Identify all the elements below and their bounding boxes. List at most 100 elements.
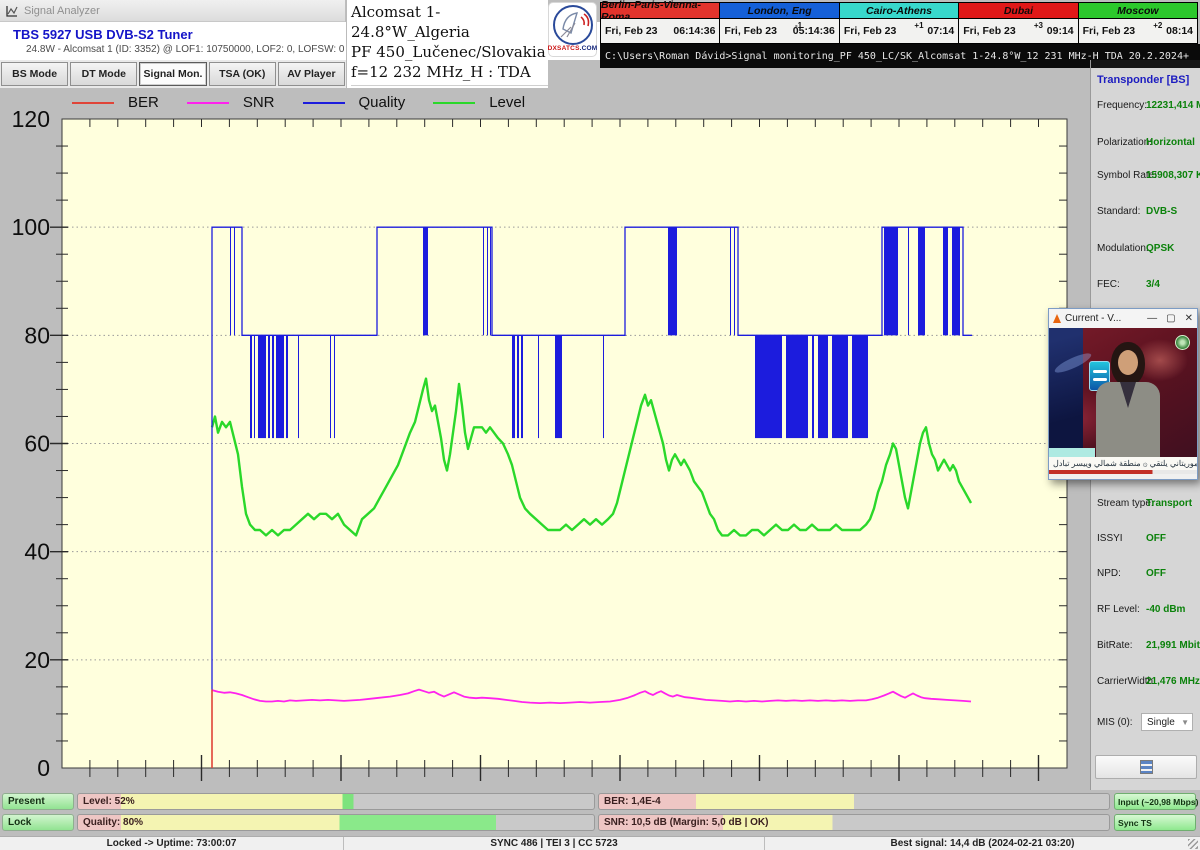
field-value: OFF: [1146, 568, 1166, 579]
vlc-cone-icon: [1053, 314, 1061, 323]
tab-signal-mon[interactable]: Signal Mon.: [139, 62, 206, 86]
level-bar: Level: 52%: [77, 793, 595, 810]
dxsatcs-logo: DXSATCS.COM: [548, 2, 597, 57]
mis-dropdown[interactable]: Single ▼: [1141, 713, 1193, 731]
lock-indicator: Lock: [2, 814, 74, 831]
field-value: -40 dBm: [1146, 604, 1185, 615]
tuner-title: TBS 5927 USB DVB-S2 Tuner: [13, 27, 193, 42]
snr-bar: SNR: 10,5 dB (Margin: 5,0 dB | OK): [598, 814, 1110, 831]
field-label: NPD:: [1097, 568, 1121, 579]
annotation-block: Alcomsat 1-24.8°W_Algeria PF 450_Lučenec…: [346, 0, 548, 88]
svg-text:40: 40: [24, 539, 50, 565]
clock-cairo: Cairo-Athens Fri, Feb 23+107:14: [839, 2, 959, 44]
field-label: BitRate:: [1097, 640, 1133, 651]
logo-name: DXSATCS: [548, 45, 580, 52]
sidebar-top-strip: [1091, 60, 1200, 68]
transponder-title: Transponder [BS]: [1097, 74, 1189, 86]
clock-moscow: Moscow Fri, Feb 23+208:14: [1078, 2, 1198, 44]
field-label: FEC:: [1097, 279, 1120, 290]
input-indicator: Input (~20,98 Mbps): [1114, 793, 1196, 810]
field-value: 15908,307 KS/s: [1146, 170, 1200, 181]
status-uptime: Locked -> Uptime: 73:00:07: [0, 837, 344, 850]
world-clocks: Berlin-Paris-Vienna-Roma Fri, Feb 2306:1…: [600, 2, 1197, 44]
legend-snr: SNR: [187, 94, 275, 111]
field-value: OFF: [1146, 533, 1166, 544]
legend-ber: BER: [72, 94, 159, 111]
svg-text:120: 120: [12, 106, 50, 132]
annotation-line1: Alcomsat 1-24.8°W_Algeria: [351, 2, 548, 42]
vlc-titlebar[interactable]: Current - V... — ▢ ✕: [1049, 309, 1197, 328]
resize-grip[interactable]: [1188, 839, 1198, 849]
clock-london: London, Eng Fri, Feb 23-105:14:36: [719, 2, 839, 44]
tab-av-player[interactable]: AV Player: [278, 62, 345, 86]
channel-logo-icon: [1175, 335, 1190, 350]
signal-analyzer-icon: [6, 5, 18, 17]
field-label: Polarization:: [1097, 137, 1152, 148]
ber-bar: BER: 1,4E-4: [598, 793, 1110, 810]
field-value: 3/4: [1146, 279, 1160, 290]
svg-text:80: 80: [24, 322, 50, 348]
screen: Signal Analyzer TBS 5927 USB DVB-S2 Tune…: [0, 0, 1200, 850]
field-value: 21,991 Mbit/s: [1146, 640, 1200, 651]
ticker-accent: [1049, 470, 1197, 474]
svg-text:0: 0: [37, 755, 50, 781]
close-button[interactable]: ✕: [1185, 313, 1193, 324]
video-content[interactable]: [1049, 328, 1197, 457]
field-value: 12231,414 MHz: [1146, 100, 1200, 111]
window-title: Signal Analyzer: [24, 5, 100, 17]
stream-list-icon: [1140, 760, 1153, 774]
signal-chart: BER SNR Quality Level 0 20 40 60 80 100 120: [0, 88, 1090, 790]
tab-dt-mode[interactable]: DT Mode: [70, 62, 137, 86]
logo-tld: .COM: [580, 45, 598, 52]
clock-city-label: Cairo-Athens: [840, 3, 958, 19]
clock-city-label: Moscow: [1079, 3, 1197, 19]
quality-bar: Quality: 80%: [77, 814, 595, 831]
sync-indicator: Sync TS: [1114, 814, 1196, 831]
clock-city-label: Dubai: [959, 3, 1077, 19]
field-value: 21,476 MHz: [1146, 676, 1200, 687]
field-value: Horizontal: [1146, 137, 1195, 148]
sidebar-bottom-button[interactable]: [1095, 755, 1197, 779]
svg-text:20: 20: [24, 647, 50, 673]
snr-line-swatch: [187, 102, 229, 104]
field-label: Modulation:: [1097, 243, 1149, 254]
app-titlebar[interactable]: Signal Analyzer: [0, 0, 345, 22]
legend-level: Level: [433, 94, 525, 111]
field-label: RF Level:: [1097, 604, 1140, 615]
svg-text:60: 60: [24, 431, 50, 457]
chevron-down-icon: ▼: [1181, 718, 1189, 727]
legend-quality: Quality: [303, 94, 406, 111]
level-line-swatch: [433, 102, 475, 104]
status-bar: Locked -> Uptime: 73:00:07 SYNC 486 | TE…: [0, 836, 1200, 850]
status-best-signal: Best signal: 14,4 dB (2024-02-21 03:20): [765, 837, 1200, 850]
minimize-button[interactable]: —: [1147, 313, 1157, 324]
ber-line-swatch: [72, 102, 114, 104]
present-indicator: Present: [2, 793, 74, 810]
annotation-line2: PF 450_Lučenec/Slovakia: [351, 42, 548, 62]
clock-dubai: Dubai Fri, Feb 23+309:14: [958, 2, 1078, 44]
clock-berlin: Berlin-Paris-Vienna-Roma Fri, Feb 2306:1…: [600, 2, 720, 44]
field-value: QPSK: [1146, 243, 1174, 254]
chart-plot: 0 20 40 60 80 100 120: [0, 88, 1090, 790]
vlc-window[interactable]: Current - V... — ▢ ✕ الرئيس الموريتاني ي…: [1048, 308, 1198, 480]
mode-tabs: BS Mode DT Mode Signal Mon. TSA (OK) AV …: [0, 60, 346, 88]
lower-third-banner: [1049, 448, 1095, 457]
clock-city-label: Berlin-Paris-Vienna-Roma: [601, 3, 719, 19]
maximize-button[interactable]: ▢: [1166, 313, 1175, 324]
chart-legend: BER SNR Quality Level: [72, 94, 525, 111]
field-value: Transport: [1146, 498, 1192, 509]
vlc-title: Current - V...: [1065, 313, 1121, 324]
tuner-subtitle: 24.8W - Alcomsat 1 (ID: 3352) @ LOF1: 10…: [26, 44, 344, 55]
svg-text:100: 100: [12, 214, 50, 240]
status-sync: SYNC 486 | TEI 3 | CC 5723: [344, 837, 765, 850]
studio-graphic: [1049, 328, 1083, 457]
clock-city-label: London, Eng: [720, 3, 838, 19]
news-ticker: الرئيس الموريتاني يلتقي ۞ منطقة شمالي وي…: [1049, 457, 1197, 470]
quality-line-swatch: [303, 102, 345, 104]
tab-tsa[interactable]: TSA (OK): [209, 62, 276, 86]
mis-label: MIS (0):: [1097, 717, 1133, 728]
annotation-line3: f=12 232 MHz_H : TDA: [351, 62, 548, 82]
field-label: Frequency:: [1097, 100, 1147, 111]
field-label: ISSYI: [1097, 533, 1123, 544]
tab-bs-mode[interactable]: BS Mode: [1, 62, 68, 86]
